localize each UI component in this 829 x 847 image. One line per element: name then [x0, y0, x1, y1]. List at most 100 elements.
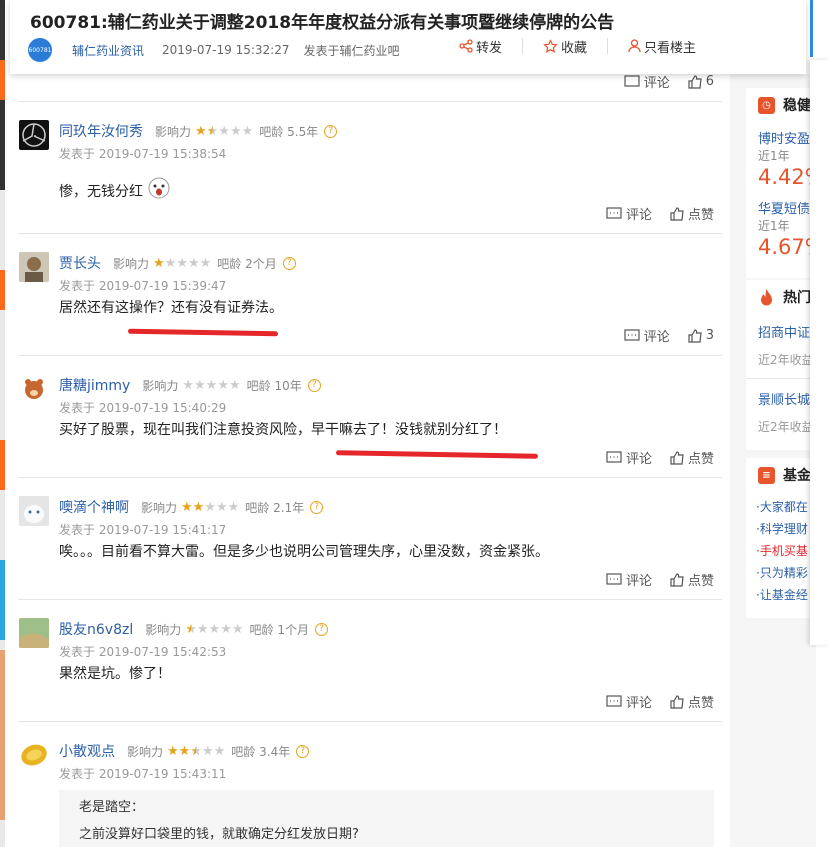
right-sidebar: ◷ 稳健 博时安盈 近1年 4.42% 华夏短债 近1年 4.67% 热门 招商…	[730, 74, 816, 847]
star-icon: ★	[196, 621, 209, 637]
favorite-button[interactable]: 收藏	[523, 38, 608, 56]
avatar[interactable]	[19, 740, 49, 770]
like-button[interactable]: 点赞	[670, 692, 714, 711]
star-icon: ★	[229, 123, 242, 139]
like-button[interactable]: 点赞	[670, 448, 714, 467]
post-time: 发表于 2019-07-19 15:41:17	[59, 523, 227, 537]
hot-fund-sub: 近2年收益	[758, 420, 814, 434]
avatar[interactable]	[19, 252, 49, 282]
post-text-content: 惨，无钱分红	[59, 184, 143, 200]
star-icon: ★	[213, 743, 226, 759]
comment-post: 同玖年汝何秀 影响力 ★ ★ ★ ★ ★ 吧龄 5.5年 ? 发表于 2019-07-1…	[18, 102, 722, 234]
fund-link[interactable]: ·科学理财	[746, 518, 816, 540]
comment-icon	[624, 328, 640, 341]
comment-button[interactable]: 评论	[606, 448, 652, 467]
age-value: 5.5年	[287, 124, 319, 139]
header-actions: 转发 收藏 只看楼主	[439, 38, 806, 56]
fund-link[interactable]: ·大家都在	[746, 496, 816, 518]
fund-item[interactable]: 华夏短债 近1年 4.67%	[746, 198, 816, 260]
star-icon: ★	[182, 377, 195, 393]
thumbs-up-icon	[688, 74, 702, 89]
age-value: 2个月	[245, 256, 277, 271]
username[interactable]: 同玖年汝何秀	[59, 121, 143, 141]
star-icon: ★	[164, 255, 177, 271]
avatar[interactable]	[19, 496, 49, 526]
only-op-button[interactable]: 只看楼主	[608, 38, 806, 56]
comment-button[interactable]: 评论	[606, 204, 652, 223]
like-label: 点赞	[687, 696, 714, 711]
clock-icon: ◷	[758, 96, 775, 114]
red-underline-annotation	[127, 328, 279, 337]
panel-title: 热门	[783, 290, 811, 306]
post-time: 发表于 2019-07-19 15:40:29	[59, 401, 227, 415]
fund-return: 4.42%	[758, 165, 816, 189]
like-button[interactable]: 点赞	[670, 204, 714, 223]
post-header: 600781:辅仁药业关于调整2018年年度权益分派有关事项暨继续停牌的公告 6…	[10, 0, 806, 74]
star-icon: ★	[215, 499, 228, 515]
star-icon: ★	[185, 621, 197, 637]
hot-fund-item[interactable]: 招商中证 近2年收益	[746, 322, 816, 368]
fund-link[interactable]: ·让基金经	[746, 584, 816, 606]
left-edge-strip	[0, 0, 5, 847]
star-icon: ★	[227, 499, 240, 515]
only-op-label: 只看楼主	[643, 40, 696, 56]
star-icon: ★	[199, 255, 212, 271]
help-icon[interactable]: ?	[296, 744, 310, 758]
influence-stars: ★ ★ ★ ★ ★	[195, 125, 253, 138]
post-time: 发表于 2019-07-19 15:39:47	[59, 279, 227, 293]
age-value: 1个月	[277, 622, 309, 637]
thumbs-up-icon	[670, 450, 684, 465]
fund-link[interactable]: ·只为精彩	[746, 562, 816, 584]
user-icon	[628, 39, 641, 53]
like-button[interactable]: 点赞	[670, 570, 714, 589]
fund-link[interactable]: ·手机买基	[746, 540, 816, 562]
comment-button[interactable]: 评论	[606, 570, 652, 589]
fund-item[interactable]: 博时安盈 近1年 4.42%	[746, 128, 816, 190]
fund-name[interactable]: 博时安盈	[758, 128, 816, 147]
hot-fund-name[interactable]: 招商中证	[758, 322, 816, 341]
like-button[interactable]: 3	[688, 326, 714, 345]
posted-in-link[interactable]: 发表于辅仁药业吧	[303, 42, 399, 59]
help-icon[interactable]: ?	[282, 256, 296, 270]
thumbs-up-icon	[670, 572, 684, 587]
panel-title: 稳健	[783, 98, 811, 114]
floating-side-panel	[810, 60, 829, 645]
source-link[interactable]: 辅仁药业资讯	[72, 42, 144, 59]
quote-author[interactable]: 老是踏空：	[79, 796, 694, 815]
username[interactable]: 噢滴个神啊	[59, 497, 129, 517]
username[interactable]: 小散观点	[59, 741, 115, 761]
avatar[interactable]	[19, 120, 49, 150]
avatar[interactable]	[19, 374, 49, 404]
fund-name[interactable]: 华夏短债	[758, 198, 816, 217]
crying-emoji-icon	[148, 177, 170, 199]
star-icon: ★	[153, 255, 165, 271]
comment-button[interactable]: 评论	[606, 692, 652, 711]
help-icon[interactable]: ?	[315, 622, 328, 636]
like-button[interactable]: 6	[688, 72, 714, 91]
page-title: 600781:辅仁药业关于调整2018年年度权益分派有关事项暨继续停牌的公告	[30, 13, 615, 33]
post-text: 居然还有这操作？还有没有证券法。	[59, 300, 283, 316]
influence-label: 影响力	[155, 124, 192, 139]
influence-label: 影响力	[145, 622, 182, 637]
star-icon: ★	[217, 377, 229, 393]
post-time: 发表于 2019-07-19 15:43:11	[59, 767, 227, 781]
help-icon[interactable]: ?	[310, 500, 324, 514]
source-logo[interactable]: 600781	[28, 38, 52, 62]
share-button[interactable]: 转发	[439, 38, 523, 56]
hot-fund-item[interactable]: 景顺长城 近2年收益	[746, 389, 816, 435]
star-icon: ★	[176, 255, 188, 271]
help-icon[interactable]: ?	[324, 124, 338, 138]
username[interactable]: 贾长头	[59, 253, 101, 273]
star-icon: ★	[181, 499, 193, 515]
avatar[interactable]	[19, 618, 49, 648]
influence-label: 影响力	[141, 500, 178, 515]
steady-fund-panel: ◷ 稳健 博时安盈 近1年 4.42% 华夏短债 近1年 4.67%	[746, 88, 816, 278]
username[interactable]: 股友n6v8zl	[59, 619, 133, 639]
username[interactable]: 唐糖jimmy	[59, 375, 130, 395]
star-icon: ★	[195, 123, 207, 139]
comment-button[interactable]: 评论	[624, 326, 670, 345]
hot-fund-name[interactable]: 景顺长城	[758, 389, 816, 408]
fire-icon	[761, 288, 772, 305]
help-icon[interactable]: ?	[307, 378, 321, 392]
comment-button[interactable]: 评论	[624, 72, 670, 91]
